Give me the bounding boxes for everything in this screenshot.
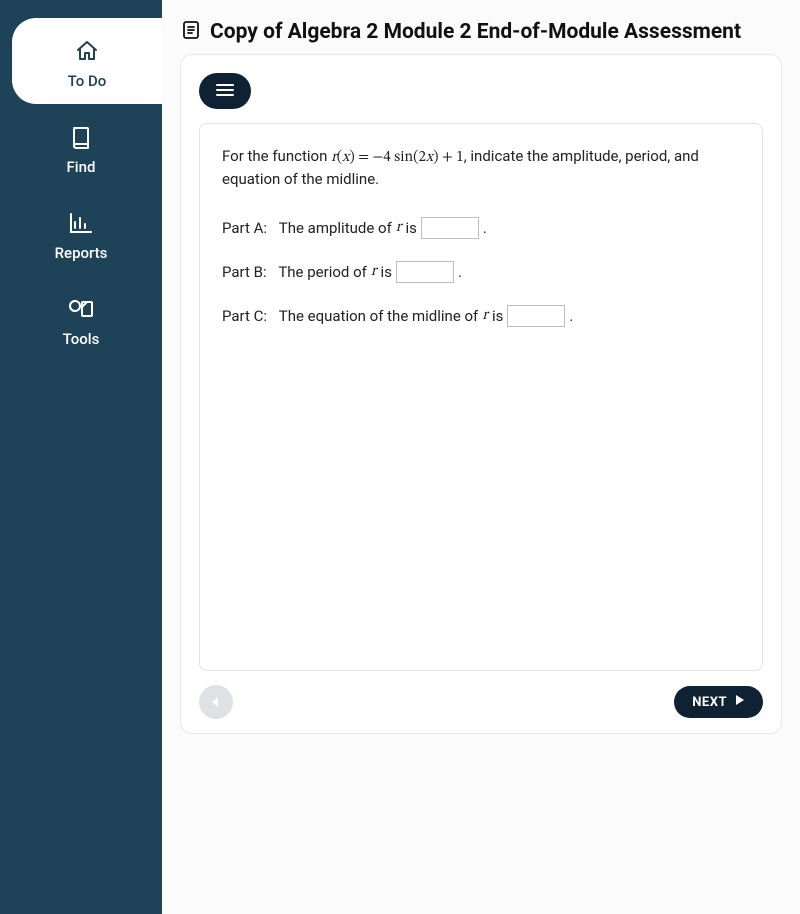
hamburger-icon [215, 82, 235, 101]
prompt-prefix: For the function [222, 147, 331, 165]
next-button[interactable]: NEXT [674, 686, 763, 718]
part-text: The period of [278, 263, 367, 281]
part-text: The equation of the midline of [279, 307, 479, 325]
question-body: For the function r(x) = −4 sin(2x) + 1, … [199, 123, 763, 671]
bar-chart-icon [68, 208, 94, 238]
question-part-b: Part B: The period of r is . [222, 261, 740, 283]
document-icon [182, 20, 200, 44]
answer-input-c[interactable] [507, 305, 565, 327]
sidebar-item-tools[interactable]: Tools [0, 276, 162, 362]
part-text-after: is [405, 219, 416, 237]
question-part-c: Part C: The equation of the midline of r… [222, 305, 740, 327]
sidebar-item-label: To Do [68, 72, 107, 90]
part-label: Part C: [222, 307, 267, 325]
period-punct: . [569, 307, 573, 325]
part-label: Part A: [222, 219, 267, 237]
part-var: r [396, 218, 402, 237]
prev-button[interactable] [199, 685, 233, 719]
next-label: NEXT [692, 695, 727, 710]
page-header: Copy of Algebra 2 Module 2 End-of-Module… [180, 12, 782, 54]
sidebar-item-label: Tools [63, 330, 100, 348]
sidebar-item-label: Reports [55, 244, 108, 262]
book-icon [70, 122, 92, 152]
part-label: Part B: [222, 263, 267, 281]
tools-icon [67, 294, 95, 324]
part-var: r [371, 262, 377, 281]
triangle-right-icon [735, 694, 745, 710]
part-text: The amplitude of [279, 219, 392, 237]
home-icon [75, 36, 99, 66]
function-expression: r(x) = −4 sin(2x) + 1 [331, 150, 464, 165]
question-part-a: Part A: The amplitude of r is . [222, 217, 740, 239]
assessment-card: For the function r(x) = −4 sin(2x) + 1, … [180, 54, 782, 734]
question-prompt: For the function r(x) = −4 sin(2x) + 1, … [222, 146, 740, 191]
part-text-after: is [492, 307, 503, 325]
answer-input-b[interactable] [396, 261, 454, 283]
sidebar-item-find[interactable]: Find [0, 104, 162, 190]
question-menu-button[interactable] [199, 73, 251, 109]
part-var: r [482, 306, 488, 325]
page-title: Copy of Algebra 2 Module 2 End-of-Module… [210, 20, 741, 44]
sidebar: To Do Find Reports [0, 0, 162, 914]
period-punct: . [483, 219, 487, 237]
question-nav: NEXT [199, 685, 763, 719]
sidebar-item-todo[interactable]: To Do [12, 18, 162, 104]
sidebar-item-label: Find [67, 158, 96, 176]
part-text-after: is [381, 263, 392, 281]
sidebar-item-reports[interactable]: Reports [0, 190, 162, 276]
answer-input-a[interactable] [421, 217, 479, 239]
main-content: Copy of Algebra 2 Module 2 End-of-Module… [162, 0, 800, 914]
period-punct: . [458, 263, 462, 281]
triangle-left-icon [210, 693, 222, 712]
